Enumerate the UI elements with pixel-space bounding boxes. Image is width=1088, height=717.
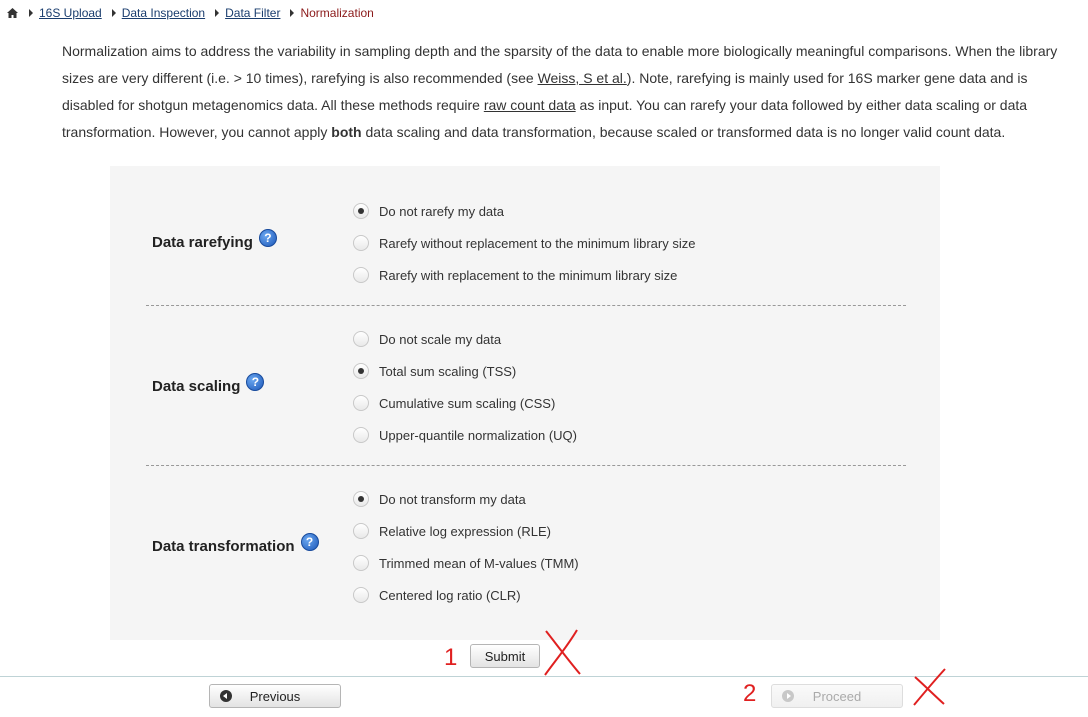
proceed-label: Proceed <box>812 688 862 704</box>
section-title: Data transformation <box>152 537 295 555</box>
intro-paragraph: Normalization aims to address the variab… <box>62 38 1080 146</box>
option-label: Trimmed mean of M-values (TMM) <box>379 555 579 571</box>
raw-count-data-link[interactable]: raw count data <box>484 97 576 113</box>
help-icon[interactable]: ? <box>246 373 265 391</box>
radio-icon[interactable] <box>353 587 369 603</box>
breadcrumb-arrow-icon <box>111 9 116 17</box>
radio-icon[interactable] <box>353 235 369 251</box>
option-label: Cumulative sum scaling (CSS) <box>379 395 556 411</box>
radio-icon[interactable] <box>353 331 369 347</box>
radio-tmm[interactable]: Trimmed mean of M-values (TMM) <box>353 553 579 573</box>
annotation-number-2: 2 <box>743 680 757 707</box>
radio-css[interactable]: Cumulative sum scaling (CSS) <box>353 393 555 413</box>
intro-bold: both <box>331 124 362 140</box>
radio-rle[interactable]: Relative log expression (RLE) <box>353 521 551 541</box>
normalization-panel: Data rarefying ? Do not rarefy my data R… <box>110 166 940 640</box>
option-label: Do not scale my data <box>379 331 502 347</box>
radio-icon[interactable] <box>353 523 369 539</box>
option-label: Relative log expression (RLE) <box>379 523 551 539</box>
option-label: Total sum scaling (TSS) <box>379 363 517 379</box>
radio-icon[interactable] <box>353 555 369 571</box>
radio-rarefy-without-replacement[interactable]: Rarefy without replacement to the minimu… <box>353 233 695 253</box>
previous-label: Previous <box>249 688 301 704</box>
intro-text: data scaling and data transformation, be… <box>361 124 1006 140</box>
option-label: Do not rarefy my data <box>379 203 504 219</box>
radio-icon[interactable] <box>353 267 369 283</box>
circle-arrow-right-icon <box>782 690 794 702</box>
section-title: Data rarefying <box>152 233 253 251</box>
data-transformation-label: Data transformation ? <box>152 533 319 555</box>
breadcrumb-data-inspection[interactable]: Data Inspection <box>122 6 205 20</box>
breadcrumb-data-filter[interactable]: Data Filter <box>225 6 280 20</box>
breadcrumb-arrow-icon <box>29 9 33 17</box>
breadcrumb: 16S Upload Data Inspection Data Filter N… <box>6 5 374 21</box>
radio-do-not-rarefy[interactable]: Do not rarefy my data <box>353 201 504 221</box>
circle-arrow-left-icon <box>220 690 232 702</box>
data-scaling-label: Data scaling ? <box>152 373 265 395</box>
annotation-number-1: 1 <box>444 644 458 671</box>
radio-icon[interactable] <box>353 427 369 443</box>
radio-tss[interactable]: Total sum scaling (TSS) <box>353 361 516 381</box>
previous-button[interactable]: Previous <box>209 684 341 708</box>
annotation-x-icon <box>913 668 946 706</box>
radio-icon[interactable] <box>353 491 369 507</box>
breadcrumb-arrow-icon <box>215 9 220 17</box>
option-label: Centered log ratio (CLR) <box>379 587 521 603</box>
radio-icon[interactable] <box>353 363 369 379</box>
weiss-link[interactable]: Weiss, S et al. <box>538 70 627 86</box>
breadcrumb-16s-upload[interactable]: 16S Upload <box>39 6 102 20</box>
breadcrumb-arrow-icon <box>290 9 295 17</box>
radio-icon[interactable] <box>353 203 369 219</box>
option-label: Do not transform my data <box>379 491 526 507</box>
home-icon[interactable] <box>6 7 19 19</box>
annotation-x-icon <box>544 629 581 676</box>
radio-icon[interactable] <box>353 395 369 411</box>
divider <box>146 465 906 466</box>
data-rarefying-label: Data rarefying ? <box>152 229 277 251</box>
breadcrumb-current: Normalization <box>300 6 374 20</box>
radio-rarefy-with-replacement[interactable]: Rarefy with replacement to the minimum l… <box>353 265 677 285</box>
radio-uq[interactable]: Upper-quantile normalization (UQ) <box>353 425 577 445</box>
proceed-button[interactable]: Proceed <box>771 684 903 708</box>
section-title: Data scaling <box>152 377 241 395</box>
divider <box>146 305 906 306</box>
radio-do-not-transform[interactable]: Do not transform my data <box>353 489 526 509</box>
radio-clr[interactable]: Centered log ratio (CLR) <box>353 585 521 605</box>
help-icon[interactable]: ? <box>300 533 319 551</box>
option-label: Rarefy with replacement to the minimum l… <box>379 267 678 283</box>
radio-do-not-scale[interactable]: Do not scale my data <box>353 329 501 349</box>
help-icon[interactable]: ? <box>258 229 277 247</box>
option-label: Upper-quantile normalization (UQ) <box>379 427 577 443</box>
option-label: Rarefy without replacement to the minimu… <box>379 235 696 251</box>
submit-button[interactable]: Submit <box>470 644 540 668</box>
